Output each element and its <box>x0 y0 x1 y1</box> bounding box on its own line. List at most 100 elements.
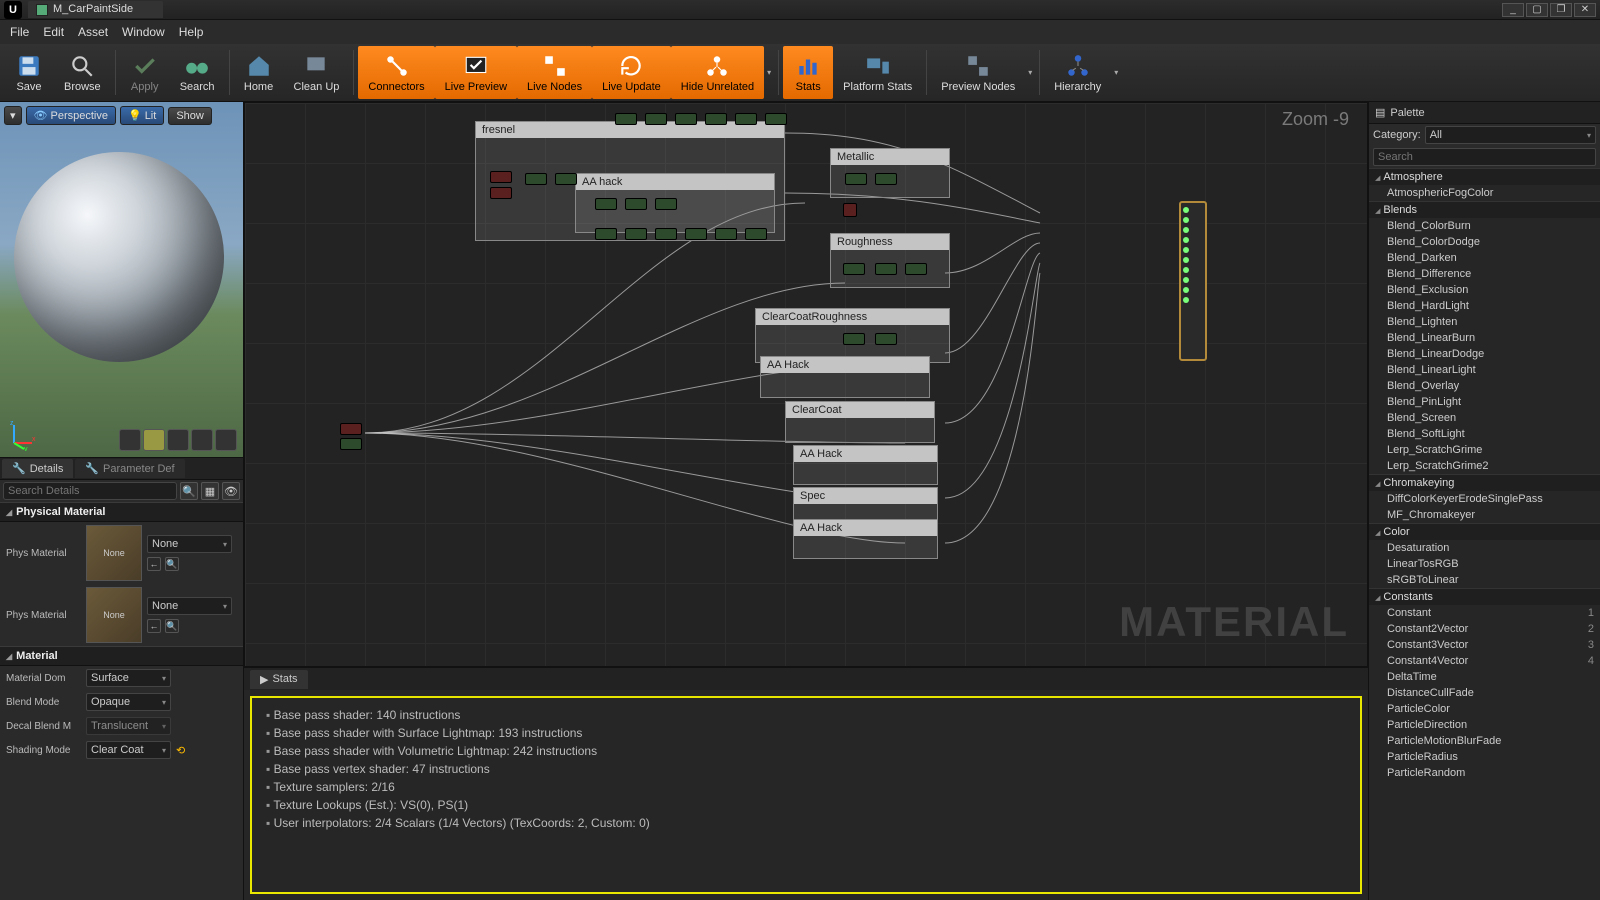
palette-item[interactable]: LinearTosRGB <box>1369 556 1600 572</box>
graph-node[interactable] <box>715 228 737 240</box>
comment-aahack-4[interactable]: AA Hack <box>793 519 938 559</box>
palette-item[interactable]: sRGBToLinear <box>1369 572 1600 588</box>
tab-parameter-defaults[interactable]: 🔧Parameter Def <box>75 459 184 478</box>
phys-material-thumb[interactable]: None <box>86 525 142 581</box>
palette-item[interactable]: Constant4Vector4 <box>1369 653 1600 669</box>
palette-item[interactable]: Blend_Exclusion <box>1369 282 1600 298</box>
details-panel[interactable]: Physical Material Phys Material None Non… <box>0 502 243 900</box>
palette-category[interactable]: Constants <box>1369 588 1600 605</box>
graph-node[interactable] <box>625 198 647 210</box>
connectors-button[interactable]: Connectors <box>358 46 434 99</box>
graduation-cap-icon[interactable] <box>1480 3 1496 17</box>
shape-plane-button[interactable] <box>167 429 189 451</box>
material-domain-combo[interactable]: Surface <box>86 669 171 687</box>
previewnodes-button[interactable]: Preview Nodes <box>931 46 1025 99</box>
livepreview-button[interactable]: Live Preview <box>435 46 517 99</box>
graph-node[interactable] <box>490 171 512 183</box>
lit-button[interactable]: 💡Lit <box>120 106 164 125</box>
phys-material-combo-2[interactable]: None <box>147 597 232 615</box>
palette-item[interactable]: ParticleColor <box>1369 701 1600 717</box>
palette-item[interactable]: DeltaTime <box>1369 669 1600 685</box>
graph-node[interactable] <box>685 228 707 240</box>
graph-node[interactable] <box>705 113 727 125</box>
palette-item[interactable]: Blend_Lighten <box>1369 314 1600 330</box>
minimize-button[interactable]: _ <box>1502 3 1524 17</box>
graph-node[interactable] <box>490 187 512 199</box>
liveupdate-button[interactable]: Live Update <box>592 46 671 99</box>
palette-item[interactable]: Lerp_ScratchGrime <box>1369 442 1600 458</box>
cleanup-button[interactable]: Clean Up <box>284 46 350 99</box>
blend-mode-combo[interactable]: Opaque <box>86 693 171 711</box>
palette-category[interactable]: Atmosphere <box>1369 168 1600 185</box>
graph-node[interactable] <box>745 228 767 240</box>
asset-back-icon[interactable]: ← <box>147 557 161 571</box>
palette-item[interactable]: Lerp_ScratchGrime2 <box>1369 458 1600 474</box>
palette-item[interactable]: Desaturation <box>1369 540 1600 556</box>
document-tab[interactable]: M_CarPaintSide <box>28 1 163 17</box>
graph-node[interactable] <box>595 228 617 240</box>
hideunrelated-button[interactable]: Hide Unrelated <box>671 46 764 99</box>
shading-model-combo[interactable]: Clear Coat <box>86 741 171 759</box>
palette-category[interactable]: Chromakeying <box>1369 474 1600 491</box>
comment-spec[interactable]: Spec <box>793 487 938 523</box>
apply-button[interactable]: Apply <box>120 46 170 99</box>
show-button[interactable]: Show <box>168 107 212 125</box>
palette-category[interactable]: Color <box>1369 523 1600 540</box>
palette-list[interactable]: AtmosphereAtmosphericFogColorBlends Blend… <box>1369 168 1600 900</box>
menu-help[interactable]: Help <box>179 25 204 39</box>
palette-item[interactable]: AtmosphericFogColor <box>1369 185 1600 201</box>
platformstats-button[interactable]: Platform Stats <box>833 46 922 99</box>
phys-material-thumb-2[interactable]: None <box>86 587 142 643</box>
asset-find-icon[interactable]: 🔍 <box>165 557 179 571</box>
asset-back-icon-2[interactable]: ← <box>147 619 161 633</box>
graph-node[interactable] <box>625 228 647 240</box>
graph-node[interactable] <box>843 263 865 275</box>
graph-node[interactable] <box>655 198 677 210</box>
section-material[interactable]: Material <box>0 646 243 666</box>
material-output-node[interactable] <box>1179 201 1207 361</box>
menu-file[interactable]: File <box>10 25 29 39</box>
menu-asset[interactable]: Asset <box>78 25 108 39</box>
graph-node[interactable] <box>595 198 617 210</box>
phys-material-combo[interactable]: None <box>147 535 232 553</box>
details-matrix-icon[interactable]: ▦ <box>201 482 219 500</box>
graph-node[interactable] <box>645 113 667 125</box>
palette-item[interactable]: DiffColorKeyerErodeSinglePass <box>1369 491 1600 507</box>
close-button[interactable]: ✕ <box>1574 3 1596 17</box>
save-button[interactable]: Save <box>4 46 54 99</box>
graph-node[interactable] <box>845 173 867 185</box>
reset-icon[interactable]: ⟲ <box>176 744 185 757</box>
graph-node[interactable] <box>875 333 897 345</box>
palette-item[interactable]: Blend_Overlay <box>1369 378 1600 394</box>
previewnodes-dropdown[interactable]: ▾ <box>1025 46 1035 99</box>
graph-node[interactable] <box>875 263 897 275</box>
details-search-input[interactable] <box>3 482 177 500</box>
comment-clearcoat[interactable]: ClearCoat <box>785 401 935 443</box>
palette-category[interactable]: Blends <box>1369 201 1600 218</box>
graph-node[interactable] <box>525 173 547 185</box>
palette-item[interactable]: Blend_ColorDodge <box>1369 234 1600 250</box>
shape-sphere-button[interactable] <box>143 429 165 451</box>
palette-item[interactable]: MF_Chromakeyer <box>1369 507 1600 523</box>
tab-stats[interactable]: ▶Stats <box>250 670 308 689</box>
comment-roughness[interactable]: Roughness <box>830 233 950 288</box>
comment-aahack-2[interactable]: AA Hack <box>760 356 930 398</box>
palette-item[interactable]: Blend_LinearLight <box>1369 362 1600 378</box>
material-graph[interactable]: Zoom -9 MATERIAL fresnel AA hack Met <box>244 102 1368 667</box>
hideunrelated-dropdown[interactable]: ▾ <box>764 46 774 99</box>
palette-search-input[interactable] <box>1373 148 1596 166</box>
search-button[interactable]: Search <box>170 46 225 99</box>
tab-details[interactable]: 🔧Details <box>2 459 73 478</box>
palette-item[interactable]: ParticleDirection <box>1369 717 1600 733</box>
graph-node[interactable] <box>843 333 865 345</box>
palette-item[interactable]: Constant2Vector2 <box>1369 621 1600 637</box>
graph-node[interactable] <box>843 203 857 217</box>
browse-button[interactable]: Browse <box>54 46 111 99</box>
palette-item[interactable]: Constant3Vector3 <box>1369 637 1600 653</box>
graph-node[interactable] <box>655 228 677 240</box>
palette-item[interactable]: ParticleMotionBlurFade <box>1369 733 1600 749</box>
preview-viewport[interactable]: ▾ 👁Perspective 💡Lit Show zxy <box>0 102 243 458</box>
graph-node[interactable] <box>340 423 362 435</box>
graph-node[interactable] <box>675 113 697 125</box>
menu-window[interactable]: Window <box>122 25 165 39</box>
